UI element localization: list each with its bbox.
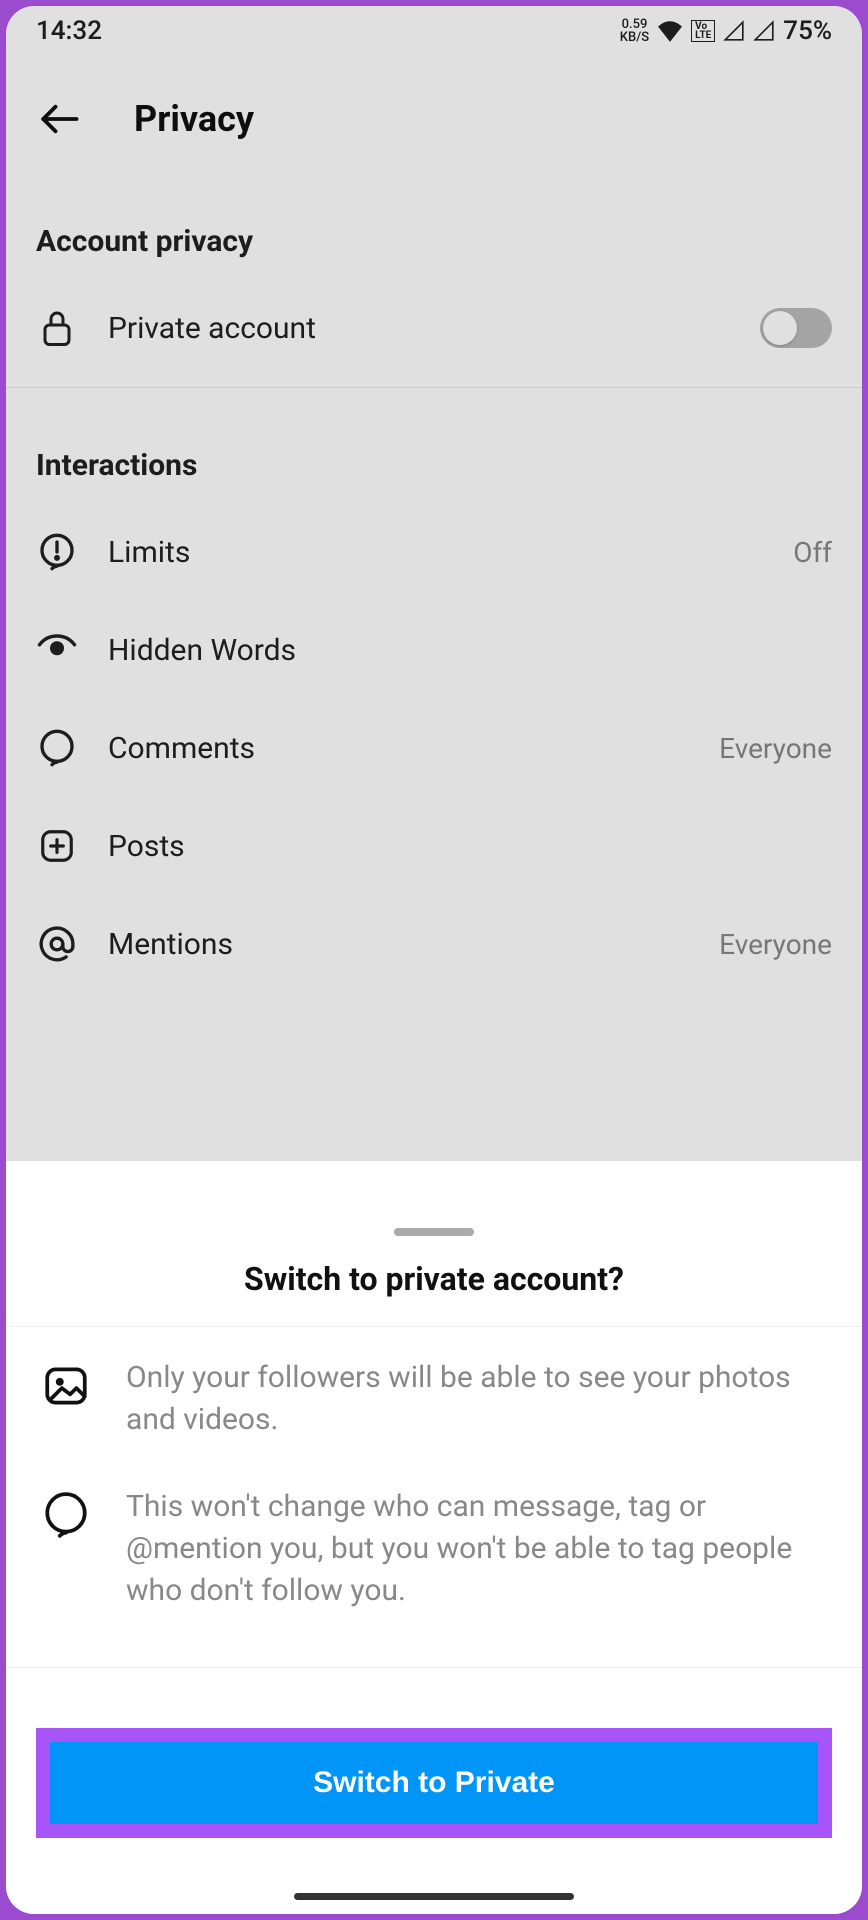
plus-box-icon bbox=[36, 825, 78, 867]
image-icon bbox=[41, 1361, 91, 1411]
button-highlight: Switch to Private bbox=[36, 1728, 832, 1838]
page-title: Privacy bbox=[134, 98, 254, 140]
info-row-message: This won't change who can message, tag o… bbox=[6, 1456, 862, 1627]
signal-icon-1 bbox=[723, 20, 745, 42]
limits-row[interactable]: Limits Off bbox=[6, 503, 862, 601]
eye-icon bbox=[36, 629, 78, 671]
section-interactions: Interactions bbox=[6, 398, 862, 503]
posts-label: Posts bbox=[108, 829, 832, 864]
comments-value: Everyone bbox=[719, 732, 832, 765]
status-bar: 14:32 0.59 KB/S VoLTE 75% bbox=[6, 6, 862, 54]
chat-icon bbox=[41, 1490, 91, 1540]
private-account-toggle[interactable] bbox=[760, 308, 832, 348]
info-text-2: This won't change who can message, tag o… bbox=[126, 1486, 827, 1612]
status-time: 14:32 bbox=[36, 16, 102, 46]
limits-icon bbox=[36, 531, 78, 573]
limits-label: Limits bbox=[108, 535, 763, 570]
hidden-words-row[interactable]: Hidden Words bbox=[6, 601, 862, 699]
section-account-privacy: Account privacy bbox=[6, 174, 862, 279]
drag-handle[interactable] bbox=[394, 1228, 474, 1236]
mentions-row[interactable]: Mentions Everyone bbox=[6, 895, 862, 993]
limits-value: Off bbox=[793, 536, 832, 569]
lte-icon: VoLTE bbox=[691, 20, 715, 42]
wifi-icon bbox=[657, 20, 683, 42]
at-icon bbox=[36, 923, 78, 965]
private-account-label: Private account bbox=[108, 311, 730, 346]
info-row-photos: Only your followers will be able to see … bbox=[6, 1327, 862, 1456]
lock-icon bbox=[36, 307, 78, 349]
sheet-title: Switch to private account? bbox=[6, 1260, 862, 1326]
comments-row[interactable]: Comments Everyone bbox=[6, 699, 862, 797]
comments-label: Comments bbox=[108, 731, 689, 766]
comment-icon bbox=[36, 727, 78, 769]
mentions-label: Mentions bbox=[108, 927, 689, 962]
private-account-row[interactable]: Private account bbox=[6, 279, 862, 377]
hidden-words-label: Hidden Words bbox=[108, 633, 832, 668]
battery-percent: 75% bbox=[783, 16, 832, 46]
header: Privacy bbox=[6, 54, 862, 174]
switch-to-private-button[interactable]: Switch to Private bbox=[50, 1742, 818, 1824]
network-speed: 0.59 KB/S bbox=[620, 18, 649, 44]
signal-icon-2 bbox=[753, 20, 775, 42]
info-text-1: Only your followers will be able to see … bbox=[126, 1357, 827, 1441]
bottom-sheet: Switch to private account? Only your fol… bbox=[6, 1208, 862, 1914]
posts-row[interactable]: Posts bbox=[6, 797, 862, 895]
mentions-value: Everyone bbox=[719, 928, 832, 961]
nav-bar[interactable] bbox=[294, 1893, 574, 1900]
back-button[interactable] bbox=[34, 94, 84, 144]
